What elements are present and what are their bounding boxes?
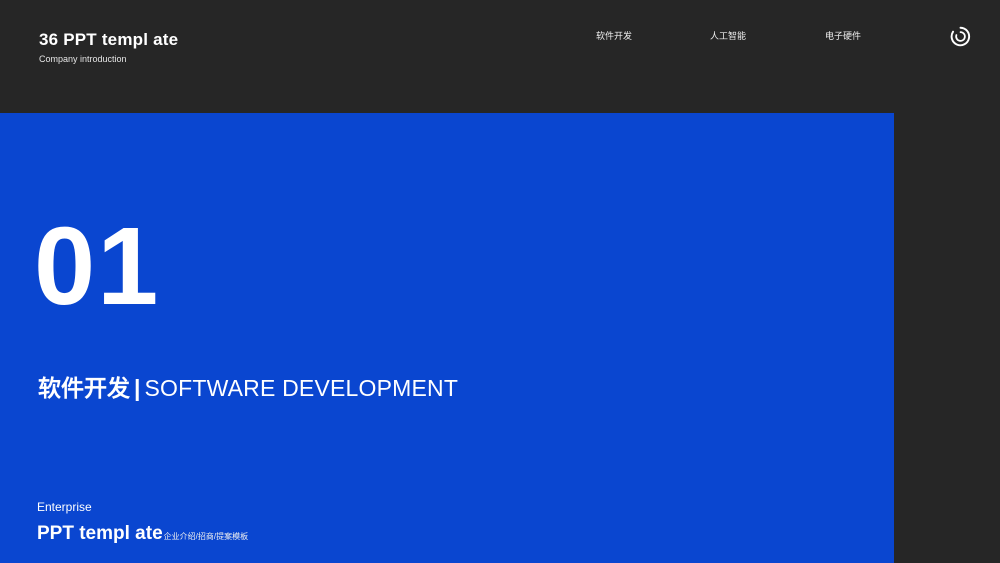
- slide: 36 PPT templ ate Company introduction 软件…: [0, 0, 1000, 563]
- nav-item-ai[interactable]: 人工智能: [710, 29, 746, 42]
- section-number: 01: [34, 205, 161, 328]
- footer-title: PPT templ ate: [37, 523, 163, 544]
- content-panel: [0, 113, 894, 563]
- headline-cn: 软件开发: [38, 375, 130, 401]
- section-headline: 软件开发 | SOFTWARE DEVELOPMENT: [38, 369, 458, 403]
- brand-subtitle: Company introduction: [39, 54, 127, 64]
- footer-subtitle: 企业介绍/招商/提案模板: [163, 532, 249, 541]
- enterprise-label: Enterprise: [37, 500, 92, 514]
- nav-item-software[interactable]: 软件开发: [596, 29, 632, 42]
- footer-line: PPT templ ate企业介绍/招商/提案模板: [37, 523, 248, 545]
- nav-item-hardware[interactable]: 电子硬件: [825, 29, 861, 42]
- brand-title: 36 PPT templ ate: [39, 30, 179, 49]
- headline-separator: |: [134, 375, 141, 401]
- headline-en: SOFTWARE DEVELOPMENT: [144, 375, 459, 401]
- ring-logo-icon[interactable]: [950, 26, 971, 47]
